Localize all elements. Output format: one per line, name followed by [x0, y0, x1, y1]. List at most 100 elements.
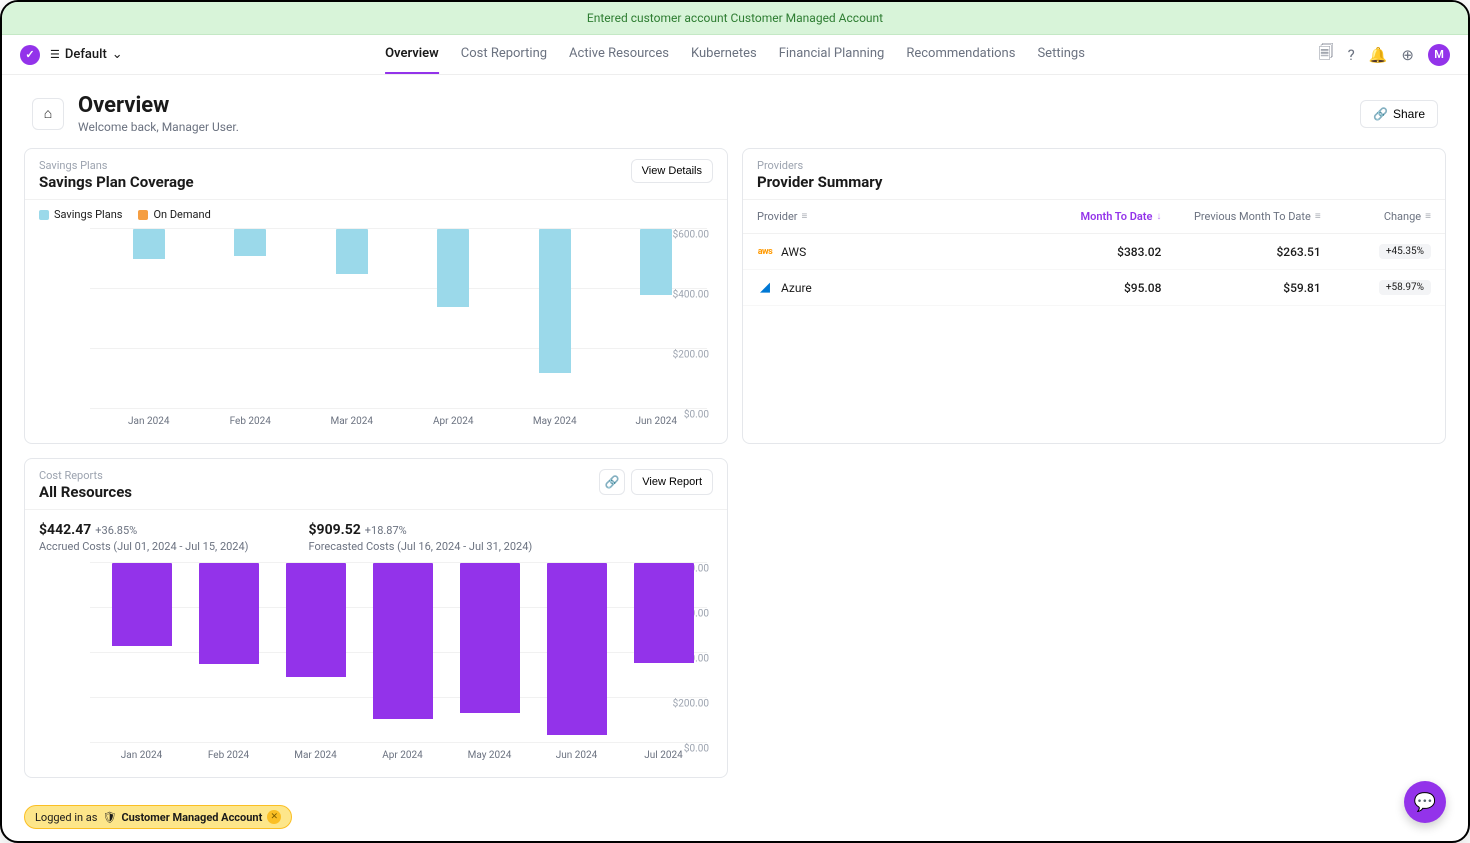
close-icon[interactable]: ✕: [267, 810, 281, 824]
link-copy-button[interactable]: 🔗: [599, 469, 625, 495]
bar[interactable]: [234, 229, 266, 256]
column-header[interactable]: Provider≡: [757, 210, 1002, 223]
aws-icon: aws: [757, 245, 773, 259]
card-eyebrow: Cost Reports: [39, 469, 132, 482]
bar-col: Apr 2024: [403, 229, 505, 409]
x-label: Jul 2024: [644, 750, 682, 761]
bar[interactable]: [112, 563, 172, 646]
home-icon[interactable]: ⌂: [32, 98, 64, 130]
bar-col: Jun 2024: [606, 229, 708, 409]
bar[interactable]: [640, 229, 672, 295]
card-eyebrow: Providers: [757, 159, 882, 172]
provider-name: Azure: [781, 281, 812, 295]
nav-kubernetes[interactable]: Kubernetes: [691, 35, 757, 74]
bar[interactable]: [437, 229, 469, 307]
workspace-name: Default: [65, 47, 107, 62]
x-label: Feb 2024: [208, 750, 249, 761]
login-as-prefix: Logged in as: [35, 811, 97, 824]
chat-fab[interactable]: 💬: [1404, 781, 1446, 823]
nav-active-resources[interactable]: Active Resources: [569, 35, 669, 74]
legend-item: Savings Plans: [39, 208, 122, 221]
bar[interactable]: [460, 563, 520, 713]
x-label: Jan 2024: [128, 416, 169, 427]
card-eyebrow: Savings Plans: [39, 159, 194, 172]
workspace-selector[interactable]: ☰ Default ⌄: [50, 47, 123, 62]
link-icon: 🔗: [1373, 107, 1388, 121]
stat-value: $442.47: [39, 522, 91, 538]
nav-overview[interactable]: Overview: [385, 35, 439, 74]
legend-item: On Demand: [138, 208, 210, 221]
x-label: Mar 2024: [294, 750, 337, 761]
shield-icon: 🛡: [102, 811, 116, 824]
y-tick: $0.00: [684, 410, 709, 421]
savings-chart: $0.00$200.00$400.00$600.00Jan 2024Feb 20…: [25, 221, 727, 443]
stat-delta: +18.87%: [365, 524, 407, 537]
card-title: Savings Plan Coverage: [39, 173, 194, 191]
chevron-down-icon: ⌄: [112, 47, 123, 62]
bar[interactable]: [199, 563, 259, 664]
x-label: May 2024: [533, 416, 577, 427]
nav-recommendations[interactable]: Recommendations: [906, 35, 1015, 74]
provider-row[interactable]: ◢Azure $95.08 $59.81 +58.97%: [743, 270, 1445, 306]
sort-icon: ↓: [1156, 211, 1161, 222]
x-label: Jun 2024: [635, 416, 677, 427]
legend-label: On Demand: [153, 208, 210, 221]
sort-icon: ≡: [1425, 211, 1431, 222]
help-icon[interactable]: ?: [1348, 46, 1355, 64]
x-label: Apr 2024: [382, 750, 423, 761]
provider-row[interactable]: aws AWS $383.02 $263.51 +45.35%: [743, 234, 1445, 270]
cost-reports-card: Cost Reports All Resources 🔗 View Report…: [24, 458, 728, 778]
resources-chart: $0.00$200.00$400.00$600.00$800.00Jan 202…: [25, 555, 727, 777]
change-badge: +45.35%: [1379, 244, 1431, 259]
provider-name: AWS: [781, 245, 806, 259]
column-header[interactable]: Change≡: [1321, 210, 1431, 223]
bar[interactable]: [634, 563, 694, 663]
nav-financial-planning[interactable]: Financial Planning: [779, 35, 885, 74]
bar[interactable]: [286, 563, 346, 677]
user-avatar[interactable]: M: [1428, 44, 1450, 66]
bar-col: Jan 2024: [98, 229, 200, 409]
sort-icon: ≡: [1315, 211, 1321, 222]
logged-in-as-pill: Logged in as 🛡 Customer Managed Account …: [24, 805, 292, 829]
stat-value: $909.52: [309, 522, 361, 538]
bars-group: Jan 2024Feb 2024Mar 2024Apr 2024May 2024…: [98, 229, 707, 409]
mtd-value: $95.08: [1002, 281, 1161, 295]
bar[interactable]: [133, 229, 165, 259]
stat-sub: Forecasted Costs (Jul 16, 2024 - Jul 31,…: [309, 540, 533, 553]
bar[interactable]: [336, 229, 368, 274]
column-header[interactable]: Month To Date↓: [1002, 210, 1161, 223]
savings-plan-card: Savings Plans Savings Plan Coverage View…: [24, 148, 728, 444]
bell-icon[interactable]: 🔔: [1369, 46, 1388, 64]
bar[interactable]: [373, 563, 433, 719]
clipboard-icon[interactable]: 🗐: [1319, 42, 1334, 67]
view-report-button[interactable]: View Report: [631, 469, 713, 495]
nav-settings[interactable]: Settings: [1037, 35, 1084, 74]
stat-block: $909.52 +18.87% Forecasted Costs (Jul 16,…: [309, 522, 533, 553]
x-label: May 2024: [468, 750, 512, 761]
nav-cost-reporting[interactable]: Cost Reporting: [461, 35, 547, 74]
pmtd-value: $263.51: [1161, 245, 1320, 259]
provider-summary-card: Providers Provider Summary Provider≡Mont…: [742, 148, 1446, 444]
legend-swatch: [39, 210, 49, 220]
page-title: Overview: [78, 93, 239, 118]
view-details-button[interactable]: View Details: [631, 159, 713, 183]
bar[interactable]: [547, 563, 607, 735]
bar-col: Apr 2024: [359, 563, 446, 743]
x-label: Jan 2024: [121, 750, 162, 761]
bar-col: Feb 2024: [200, 229, 302, 409]
share-button[interactable]: 🔗 Share: [1360, 100, 1438, 128]
x-label: Mar 2024: [330, 416, 373, 427]
report-stats: $442.47+36.85% Accrued Costs (Jul 01, 20…: [25, 510, 727, 555]
notification-banner: Entered customer account Customer Manage…: [2, 2, 1468, 35]
bar-col: Mar 2024: [272, 563, 359, 743]
chart-legend: Savings Plans On Demand: [25, 200, 727, 221]
legend-swatch: [138, 210, 148, 220]
stat-sub: Accrued Costs (Jul 01, 2024 - Jul 15, 20…: [39, 540, 249, 553]
app-logo[interactable]: ✓: [20, 45, 40, 65]
topbar: ✓ ☰ Default ⌄ Overview Cost Reporting Acti…: [2, 35, 1468, 75]
add-icon[interactable]: ⊕: [1401, 46, 1414, 64]
login-as-account: Customer Managed Account: [121, 811, 262, 824]
column-header[interactable]: Previous Month To Date≡: [1161, 210, 1320, 223]
mtd-value: $383.02: [1002, 245, 1161, 259]
bar[interactable]: [539, 229, 571, 373]
